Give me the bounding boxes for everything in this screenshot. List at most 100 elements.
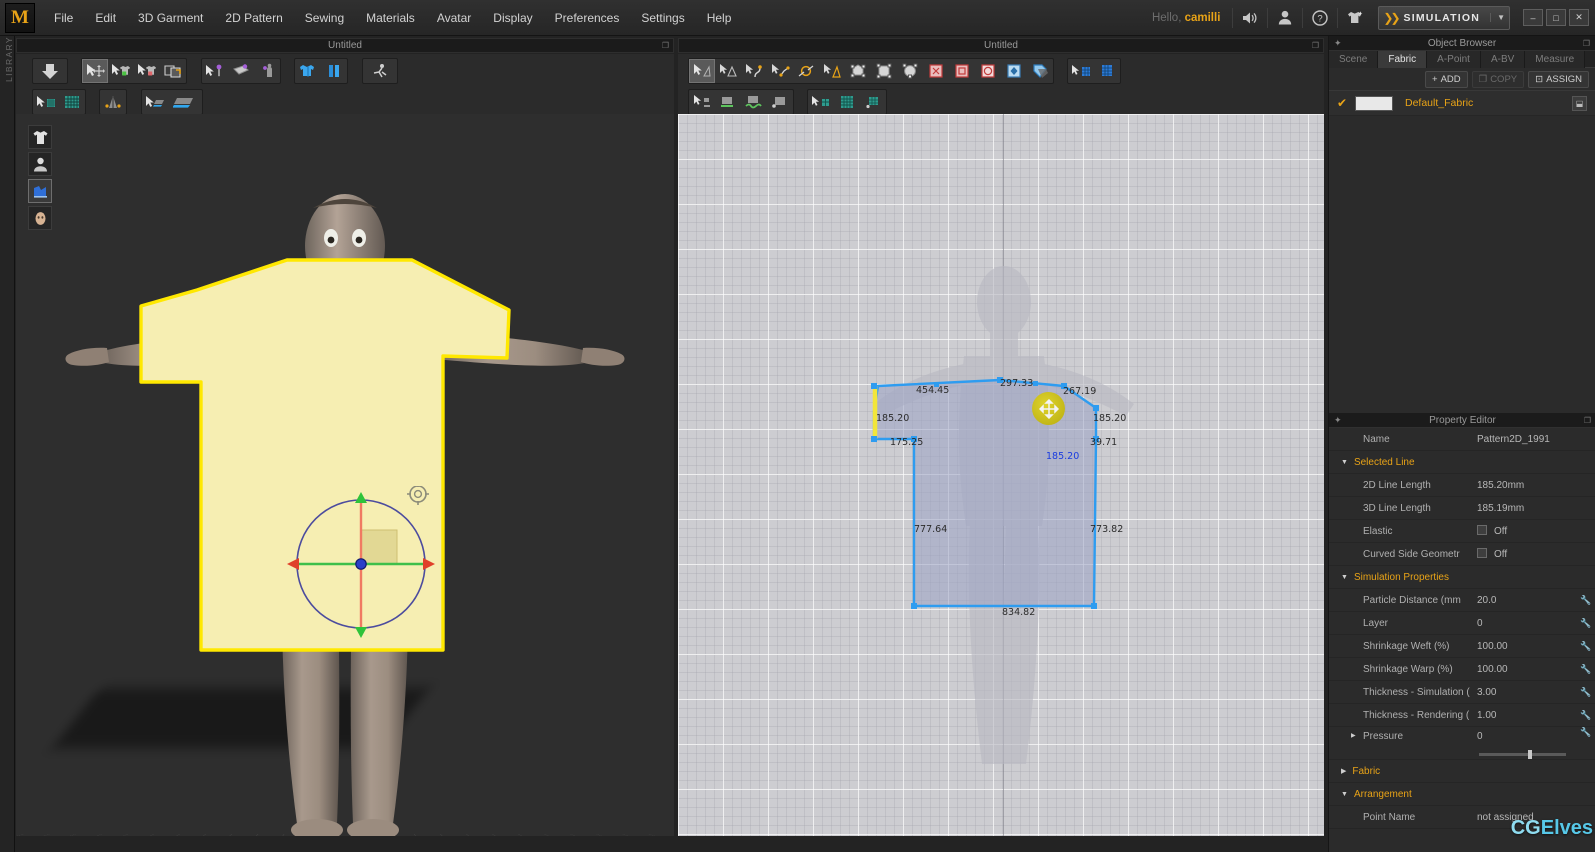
checkbox-icon[interactable] bbox=[1477, 548, 1487, 558]
fabric-name[interactable]: Default_Fabric bbox=[1405, 97, 1473, 109]
polygon-tool[interactable] bbox=[845, 59, 871, 83]
select-mesh-tool[interactable] bbox=[108, 59, 134, 83]
menu-item-3d-garment[interactable]: 3D Garment bbox=[127, 0, 214, 36]
fabric-check-icon[interactable]: ✔ bbox=[1337, 96, 1355, 110]
viewport-3d[interactable] bbox=[16, 114, 674, 836]
sync-button[interactable] bbox=[33, 59, 67, 83]
wrench-icon[interactable]: 🔧 bbox=[1576, 641, 1595, 652]
edit-fabric-pattern-tool[interactable] bbox=[860, 90, 886, 114]
move-handle[interactable] bbox=[1032, 392, 1065, 425]
menu-item-display[interactable]: Display bbox=[482, 0, 543, 36]
property-editor-float-icon[interactable]: ❐ bbox=[1584, 416, 1591, 425]
property-section-simulation-properties[interactable]: ▼ Simulation Properties bbox=[1329, 566, 1595, 589]
select-fabric-pattern-tool[interactable] bbox=[808, 90, 834, 114]
wrench-icon[interactable]: 🔧 bbox=[1576, 727, 1595, 738]
add-point-split-tool[interactable] bbox=[767, 59, 793, 83]
speaker-icon[interactable] bbox=[1235, 4, 1265, 32]
property-value[interactable]: 100.00 bbox=[1477, 641, 1576, 652]
transform-gizmo[interactable] bbox=[276, 486, 456, 646]
object-browser-pin-icon[interactable]: ✦ bbox=[1334, 38, 1342, 49]
edit-pattern-outline-tool[interactable] bbox=[819, 59, 845, 83]
simulation-mode-button[interactable]: ❯❯ SIMULATION ▼ bbox=[1378, 5, 1510, 30]
unfold-arrangement-tool[interactable] bbox=[160, 59, 186, 83]
skin-view-icon[interactable] bbox=[28, 206, 52, 230]
pin-avatar-tool[interactable] bbox=[254, 59, 280, 83]
menu-item-help[interactable]: Help bbox=[696, 0, 743, 36]
fabric-pattern-tool[interactable] bbox=[834, 90, 860, 114]
animation-icon[interactable] bbox=[363, 59, 397, 83]
rectangle-tool[interactable] bbox=[871, 59, 897, 83]
property-value[interactable]: 0 bbox=[1477, 727, 1576, 742]
select-sewing-tool[interactable] bbox=[689, 90, 715, 114]
zipper-tool[interactable] bbox=[100, 90, 126, 114]
object-browser-float-icon[interactable]: ❐ bbox=[1583, 39, 1590, 48]
trace-tool[interactable] bbox=[1027, 59, 1053, 83]
circle-tool[interactable] bbox=[897, 59, 923, 83]
name-value[interactable]: Pattern2D_1991 bbox=[1477, 434, 1595, 445]
menu-item-edit[interactable]: Edit bbox=[84, 0, 127, 36]
inner-rect-tool[interactable] bbox=[949, 59, 975, 83]
property-value[interactable]: Off bbox=[1477, 525, 1595, 537]
edit-pattern-tool[interactable] bbox=[689, 59, 715, 83]
chevron-right-icon[interactable]: ▶ bbox=[1351, 732, 1356, 739]
edit-sewing-tool[interactable] bbox=[767, 90, 793, 114]
edit-texture-tool[interactable] bbox=[59, 90, 85, 114]
fabric-list-item[interactable]: ✔ Default_Fabric ⬓ bbox=[1329, 90, 1595, 116]
plane-tool[interactable] bbox=[168, 90, 202, 114]
viewport-3d-float-icon[interactable]: ❐ bbox=[662, 41, 669, 50]
menu-item-preferences[interactable]: Preferences bbox=[544, 0, 631, 36]
property-value[interactable]: 1.00 bbox=[1477, 710, 1576, 721]
fold-arrangement-tool[interactable] bbox=[793, 59, 819, 83]
edit-curve-point-tool[interactable] bbox=[715, 59, 741, 83]
select-pin-tool[interactable] bbox=[134, 59, 160, 83]
minimize-button[interactable]: – bbox=[1523, 9, 1543, 26]
free-sewing-tool[interactable] bbox=[741, 90, 767, 114]
pleat-tool[interactable] bbox=[1001, 59, 1027, 83]
property-value[interactable]: 0 bbox=[1477, 618, 1576, 629]
pin-fold-tool[interactable] bbox=[228, 59, 254, 83]
close-button[interactable]: ✕ bbox=[1569, 9, 1589, 26]
add-button[interactable]: + ADD bbox=[1425, 70, 1468, 88]
library-rail[interactable]: LIBRARY bbox=[0, 36, 15, 852]
property-value[interactable]: 20.0 bbox=[1477, 595, 1576, 606]
transform-garment-tool[interactable] bbox=[82, 59, 109, 83]
tab-a-point[interactable]: A-Point bbox=[1427, 51, 1481, 68]
property-value[interactable]: 3.00 bbox=[1477, 687, 1576, 698]
assign-button[interactable]: ⊡ ASSIGN bbox=[1528, 70, 1589, 88]
wrench-icon[interactable]: 🔧 bbox=[1576, 595, 1595, 606]
property-section-arrangement[interactable]: ▼ Arrangement bbox=[1329, 783, 1595, 806]
property-value[interactable]: Off bbox=[1477, 548, 1595, 560]
property-section-fabric[interactable]: ▶ Fabric bbox=[1329, 760, 1595, 783]
user-icon[interactable] bbox=[1270, 4, 1300, 32]
viewport-2d-float-icon[interactable]: ❐ bbox=[1312, 41, 1319, 50]
dart-tool[interactable] bbox=[923, 59, 949, 83]
menu-item-avatar[interactable]: Avatar bbox=[426, 0, 482, 36]
tab-fabric[interactable]: Fabric bbox=[1378, 51, 1428, 68]
garment-icon[interactable] bbox=[1340, 4, 1370, 32]
pin-tool[interactable] bbox=[202, 59, 228, 83]
tab-measure[interactable]: Measure bbox=[1525, 51, 1586, 68]
menu-item-2d-pattern[interactable]: 2D Pattern bbox=[214, 0, 293, 36]
edit-texture-2d-tool[interactable] bbox=[1094, 59, 1120, 83]
symmetric-pattern-icon[interactable] bbox=[295, 59, 321, 83]
tab-a-bv[interactable]: A-BV bbox=[1480, 51, 1526, 68]
select-texture-2d-tool[interactable] bbox=[1068, 59, 1094, 83]
symmetric-pair-icon[interactable] bbox=[321, 59, 347, 83]
select-plane-tool[interactable] bbox=[142, 90, 168, 114]
slider-knob[interactable] bbox=[1527, 750, 1532, 759]
property-editor-pin-icon[interactable]: ✦ bbox=[1334, 415, 1342, 426]
fabric-color-swatch[interactable] bbox=[1355, 95, 1393, 111]
property-value[interactable]: not assigned bbox=[1477, 812, 1595, 823]
select-texture-tool[interactable] bbox=[33, 90, 59, 114]
edit-curvature-tool[interactable] bbox=[741, 59, 767, 83]
maximize-button[interactable]: □ bbox=[1546, 9, 1566, 26]
help-icon[interactable]: ? bbox=[1305, 4, 1335, 32]
garment-view-icon[interactable] bbox=[28, 125, 52, 149]
property-section-selected-line[interactable]: ▼ Selected Line bbox=[1329, 451, 1595, 474]
property-value[interactable]: 100.00 bbox=[1477, 664, 1576, 675]
property-value[interactable]: 185.19mm bbox=[1477, 503, 1595, 514]
avatar-view-icon[interactable] bbox=[28, 152, 52, 176]
mode-dropdown-arrow[interactable]: ▼ bbox=[1490, 13, 1505, 22]
menu-item-sewing[interactable]: Sewing bbox=[294, 0, 355, 36]
wrench-icon[interactable]: 🔧 bbox=[1576, 664, 1595, 675]
